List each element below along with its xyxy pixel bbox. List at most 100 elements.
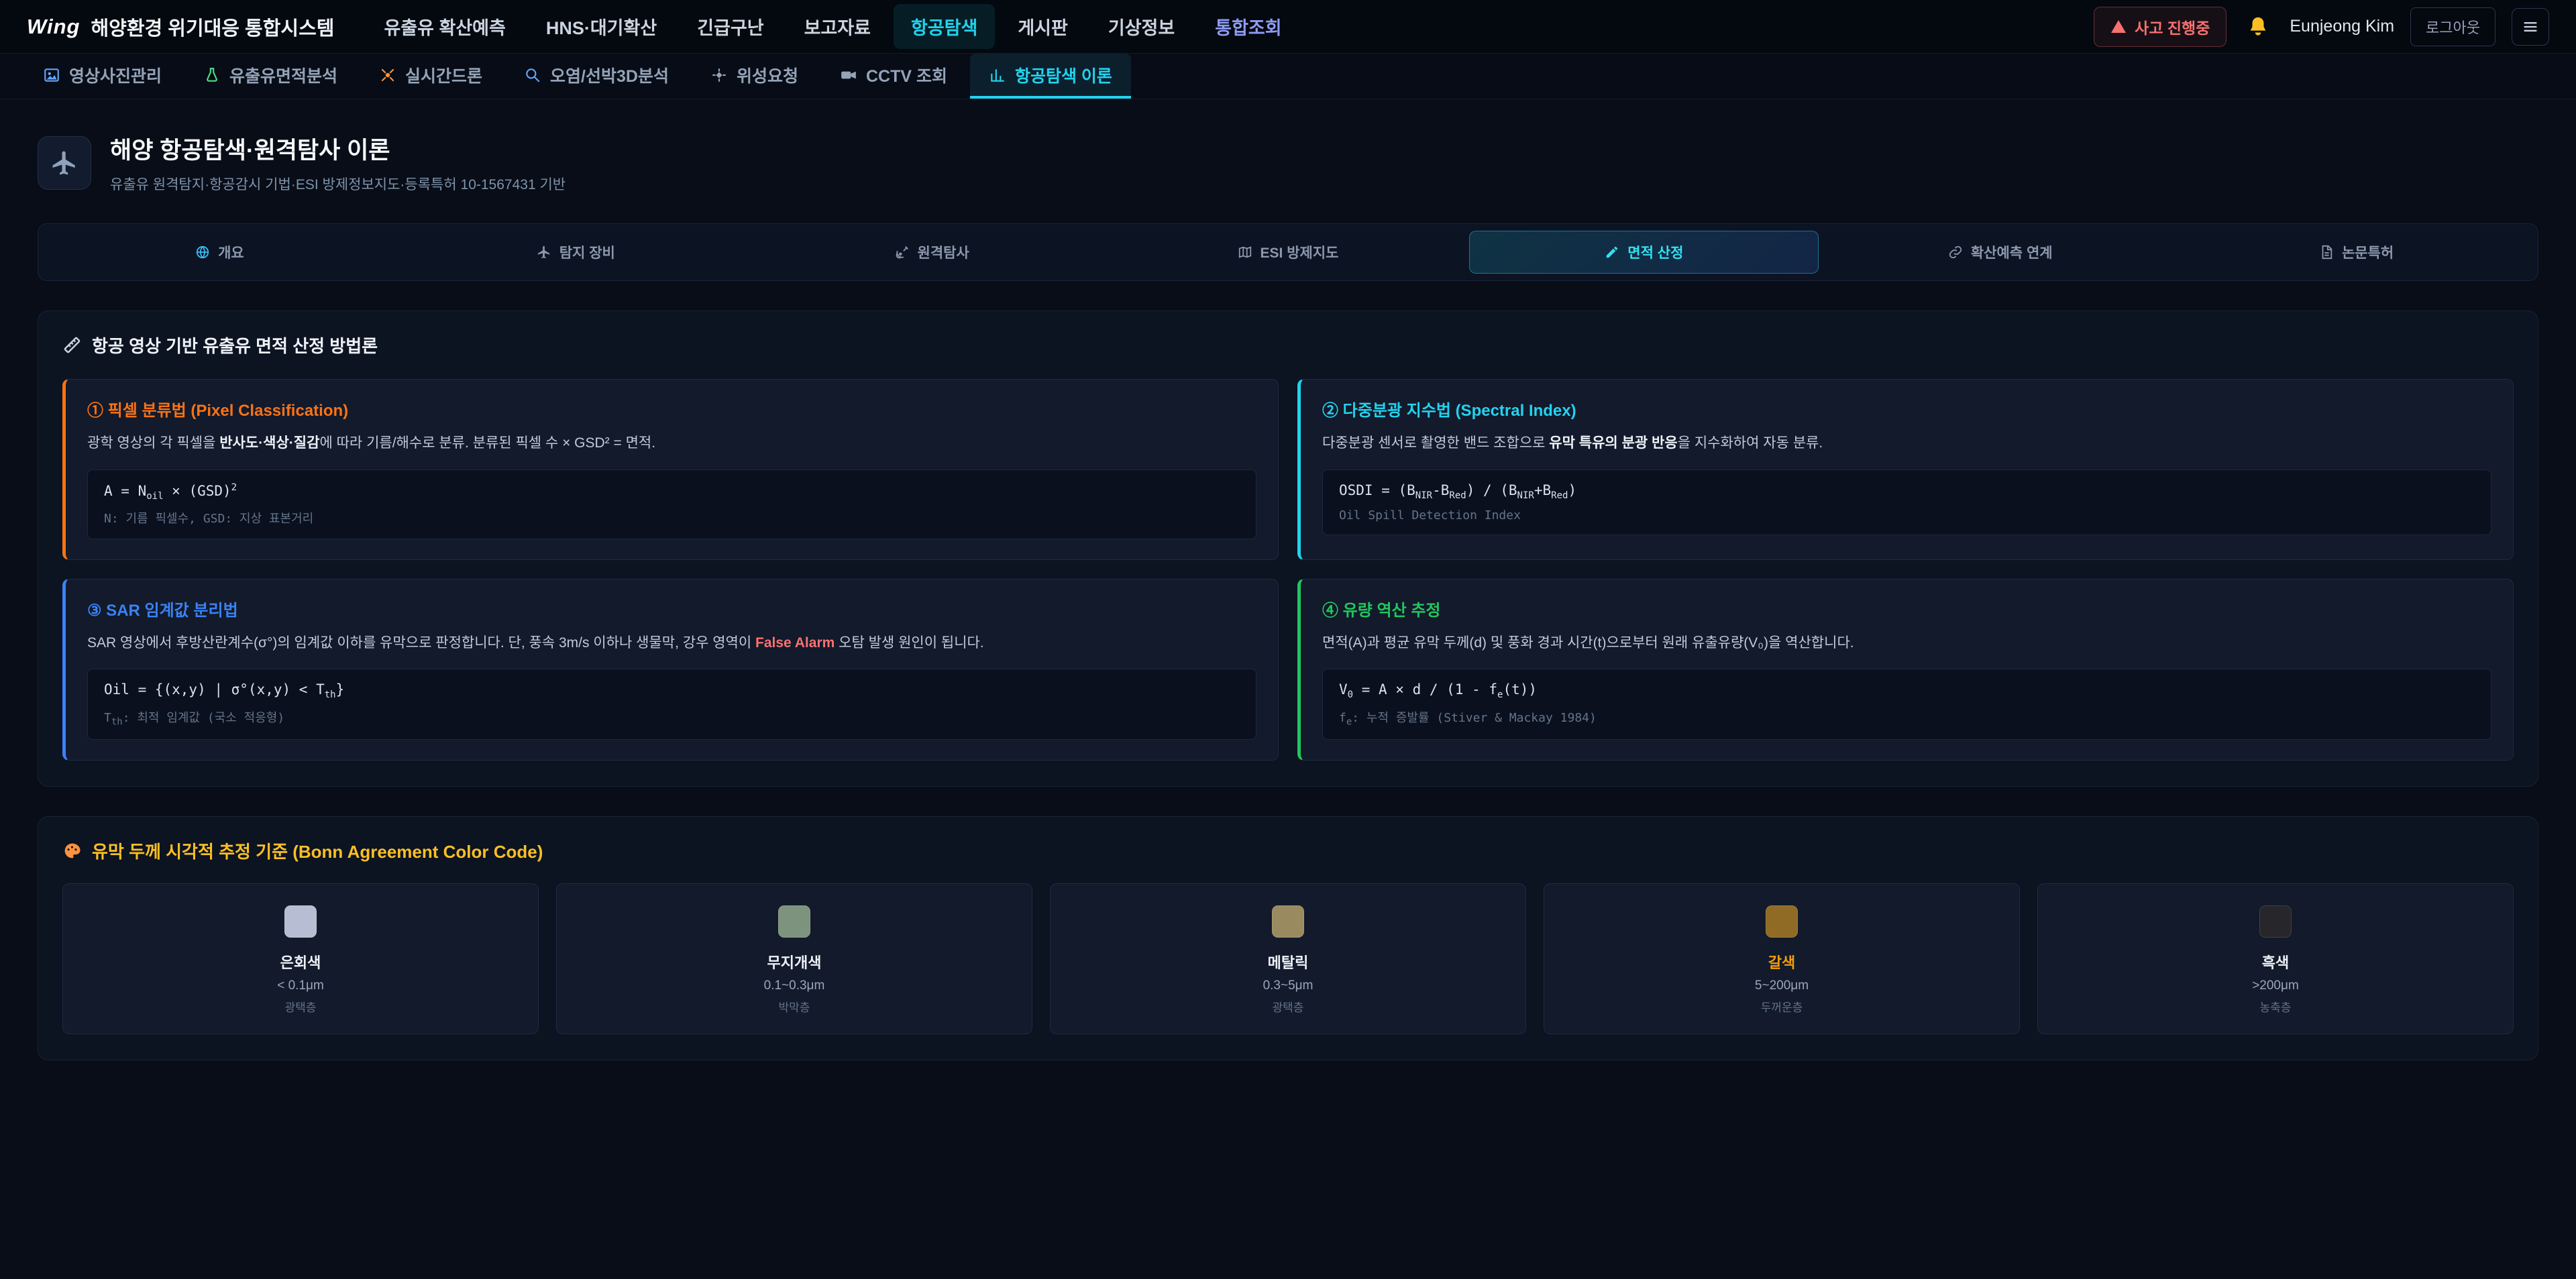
color-swatch [1766, 905, 1798, 938]
link-icon [1948, 245, 1963, 260]
tab-label: 탐지 장비 [559, 242, 615, 262]
ruler-icon [62, 335, 82, 355]
warning-icon [2110, 19, 2127, 35]
tab-overview[interactable]: 개요 [45, 231, 394, 274]
method-card-body: 다중분광 센서로 촬영한 밴드 조합으로 유막 특유의 분광 반응을 지수화하여… [1322, 432, 2491, 455]
formula-block: Oil = {(x,y) | σ°(x,y) < Tth} Tth: 최적 임계… [87, 669, 1256, 740]
thickness-card-metallic: 메탈릭 0.3~5μm 광택층 [1050, 883, 1526, 1034]
tab-label: ESI 방제지도 [1260, 242, 1339, 262]
method-card-body: SAR 영상에서 후방산란계수(σ°)의 임계값 이하를 유막으로 판정합니다.… [87, 632, 1256, 655]
plane-icon [537, 245, 551, 260]
thickness-card-rainbow: 무지개색 0.1~0.3μm 박막층 [556, 883, 1032, 1034]
formula: A = Noil × (GSD)2 [104, 482, 1240, 502]
formula-comment: Oil Spill Detection Index [1339, 508, 2475, 522]
main-content: 해양 항공탐색·원격탐사 이론 유출유 원격탐지·항공감시 기법·ESI 방제정… [0, 99, 2576, 1093]
method-card-title: ③ SAR 임계값 분리법 [87, 597, 1256, 620]
tab-label: 면적 산정 [1627, 242, 1683, 262]
menu-item-aerial-search[interactable]: 항공탐색 [894, 4, 995, 49]
subnav-item-label: 위성요청 [737, 63, 798, 87]
logout-button[interactable]: 로그아웃 [2410, 7, 2496, 46]
tab-label: 개요 [218, 242, 244, 262]
thickness-range: 0.1~0.3μm [570, 979, 1018, 993]
menu-item-reports[interactable]: 보고자료 [787, 4, 888, 49]
method-card-pixel-classification: ① 픽셀 분류법 (Pixel Classification) 광학 영상의 각… [62, 379, 1279, 560]
formula: OSDI = (BNIR-BRed) / (BNIR+BRed) [1339, 482, 2475, 501]
incident-status-badge[interactable]: 사고 진행중 [2094, 7, 2226, 47]
tab-remote-sensing[interactable]: 원격탐사 [757, 231, 1107, 274]
method-card-spectral-index: ② 다중분광 지수법 (Spectral Index) 다중분광 센서로 촬영한… [1297, 379, 2514, 560]
subnav-item-cctv[interactable]: CCTV 조회 [821, 54, 966, 99]
user-name: Eunjeong Kim [2290, 17, 2394, 36]
satellite-dish-icon [895, 245, 910, 260]
thickness-card-black: 흑색 >200μm 농축층 [2037, 883, 2514, 1034]
subnav-item-label: 영상사진관리 [69, 63, 162, 87]
color-swatch [778, 905, 810, 938]
subnav-item-label: CCTV 조회 [866, 63, 947, 87]
formula-block: A = Noil × (GSD)2 N: 기름 픽셀수, GSD: 지상 표본거… [87, 469, 1256, 539]
tab-label: 논문특허 [2342, 242, 2394, 262]
section-title-text: 유막 두께 시각적 추정 기준 (Bonn Agreement Color Co… [92, 838, 543, 863]
tab-detection-equipment[interactable]: 탐지 장비 [401, 231, 751, 274]
tab-papers-patents[interactable]: 논문특허 [2182, 231, 2531, 274]
formula-comment: N: 기름 픽셀수, GSD: 지상 표본거리 [104, 509, 1240, 526]
subnav-item-pollution-3d[interactable]: 오염/선박3D분석 [505, 54, 688, 99]
method-card-body: 광학 영상의 각 픽셀을 반사도·색상·질감에 따라 기름/해수로 분류. 분류… [87, 432, 1256, 455]
menu-item-oil-diffusion[interactable]: 유출유 확산예측 [366, 4, 523, 49]
magnifier-icon [524, 66, 541, 84]
thickness-section-title: 유막 두께 시각적 추정 기준 (Bonn Agreement Color Co… [62, 838, 2514, 863]
hamburger-menu-button[interactable] [2512, 8, 2549, 46]
subnav-item-satellite-request[interactable]: 위성요청 [692, 54, 817, 99]
formula-comment: Tth: 최적 임계값 (국소 적응형) [104, 708, 1240, 728]
tab-diffusion-link[interactable]: 확산예측 연계 [1825, 231, 2175, 274]
menu-item-rescue[interactable]: 긴급구난 [680, 4, 781, 49]
thickness-card-brown: 갈색 5~200μm 두꺼운층 [1544, 883, 2020, 1034]
image-icon [43, 66, 60, 84]
subnav-item-realtime-drone[interactable]: 실시간드론 [360, 54, 501, 99]
page-title: 해양 항공탐색·원격탐사 이론 [110, 131, 566, 166]
methods-panel: 항공 영상 기반 유출유 면적 산정 방법론 ① 픽셀 분류법 (Pixel C… [38, 311, 2538, 787]
subnav-item-aerial-theory[interactable]: 항공탐색 이론 [970, 54, 1131, 99]
main-menu: 유출유 확산예측 HNS·대기확산 긴급구난 보고자료 항공탐색 게시판 기상정… [366, 4, 1299, 49]
tab-esi-map[interactable]: ESI 방제지도 [1114, 231, 1463, 274]
satellite-icon [710, 66, 728, 84]
menu-item-integrated-search[interactable]: 통합조회 [1197, 4, 1299, 49]
app-title: 해양환경 위기대응 통합시스템 [91, 13, 334, 41]
notification-bell-button[interactable] [2243, 11, 2273, 42]
formula-block: V0 = A × d / (1 - fe(t)) fe: 누적 증발률 (Sti… [1322, 669, 2491, 740]
thickness-layer: 두꺼운층 [1558, 998, 2006, 1015]
formula-comment: fe: 누적 증발률 (Stiver & Mackay 1984) [1339, 708, 2475, 728]
bell-icon [2247, 15, 2269, 38]
thickness-name: 은회색 [76, 951, 525, 972]
pencil-icon [1605, 245, 1619, 260]
thickness-grid: 은회색 < 0.1μm 광택층 무지개색 0.1~0.3μm 박막층 메탈릭 0… [62, 883, 2514, 1034]
subnav-item-label: 오염/선박3D분석 [550, 63, 669, 87]
map-icon [1238, 245, 1252, 260]
color-swatch [284, 905, 317, 938]
thickness-layer: 광택층 [76, 998, 525, 1015]
document-icon [2319, 245, 2334, 260]
thickness-name: 갈색 [1558, 951, 2006, 972]
color-swatch [1272, 905, 1304, 938]
false-alarm-label: False Alarm [755, 635, 835, 651]
subnav-item-oil-area-analysis[interactable]: 유출유면적분석 [184, 54, 356, 99]
thickness-range: >200μm [2051, 979, 2500, 993]
brand[interactable]: Wing 해양환경 위기대응 통합시스템 [27, 13, 334, 41]
app-root: Wing 해양환경 위기대응 통합시스템 유출유 확산예측 HNS·대기확산 긴… [0, 0, 2576, 1093]
methods-section-title: 항공 영상 기반 유출유 면적 산정 방법론 [62, 333, 2514, 357]
menu-item-weather[interactable]: 기상정보 [1091, 4, 1192, 49]
menu-item-hns[interactable]: HNS·대기확산 [529, 4, 674, 49]
sub-navbar: 영상사진관리 유출유면적분석 실시간드론 오염/선박3D분석 위성요청 [0, 54, 2576, 99]
thickness-name: 무지개색 [570, 951, 1018, 972]
thickness-card-silver: 은회색 < 0.1μm 광택층 [62, 883, 539, 1034]
formula: Oil = {(x,y) | σ°(x,y) < Tth} [104, 681, 1240, 700]
method-card-sar-threshold: ③ SAR 임계값 분리법 SAR 영상에서 후방산란계수(σ°)의 임계값 이… [62, 579, 1279, 761]
drone-icon [379, 66, 396, 84]
color-swatch [2259, 905, 2292, 938]
tab-area-calculation[interactable]: 면적 산정 [1469, 231, 1819, 274]
menu-item-board[interactable]: 게시판 [1000, 4, 1085, 49]
thickness-layer: 박막층 [570, 998, 1018, 1015]
tab-label: 확산예측 연계 [1971, 242, 2053, 262]
subnav-item-image-management[interactable]: 영상사진관리 [24, 54, 180, 99]
method-card-title: ④ 유량 역산 추정 [1322, 597, 2491, 620]
camera-icon [840, 66, 857, 84]
